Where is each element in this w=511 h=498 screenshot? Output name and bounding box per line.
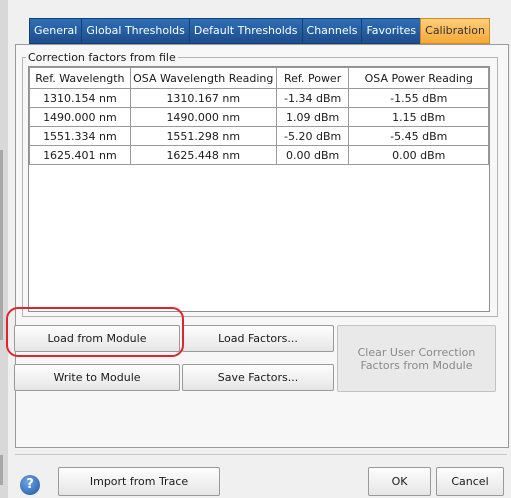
tab-favorites[interactable]: Favorites — [361, 18, 421, 44]
left-edge-bar — [0, 0, 8, 498]
table-cell: -1.34 dBm — [275, 88, 350, 108]
tab-channels[interactable]: Channels — [301, 18, 362, 44]
correction-factors-label: Correction factors from file — [26, 51, 178, 64]
clear-user-correction-factors-button[interactable]: Clear User Correction Factors from Modul… — [337, 325, 496, 392]
write-to-module-button[interactable]: Write to Module — [14, 364, 180, 391]
save-factors-button[interactable]: Save Factors... — [182, 364, 334, 391]
highlight-annotation — [6, 307, 184, 357]
table-cell: -1.55 dBm — [348, 88, 489, 108]
table-row[interactable]: 1490.000 nm 1490.000 nm 1.09 dBm 1.15 dB… — [29, 107, 489, 127]
help-icon[interactable]: ? — [20, 475, 40, 495]
table-cell: 1625.401 nm — [29, 145, 131, 165]
tab-global-thresholds[interactable]: Global Thresholds — [81, 18, 189, 44]
table-cell: 1551.334 nm — [29, 126, 131, 146]
tab-default-thresholds[interactable]: Default Thresholds — [188, 18, 302, 44]
tab-bar: General Global Thresholds Default Thresh… — [29, 18, 490, 44]
left-edge-marker — [0, 150, 3, 340]
cancel-button[interactable]: Cancel — [436, 467, 504, 496]
column-header-osa-power[interactable]: OSA Power Reading — [348, 67, 489, 89]
left-edge-marker — [0, 455, 3, 485]
import-from-trace-button[interactable]: Import from Trace — [58, 467, 220, 496]
load-factors-button[interactable]: Load Factors... — [182, 325, 334, 352]
column-header-osa-wavelength[interactable]: OSA Wavelength Reading — [129, 67, 277, 89]
table-cell: 1.09 dBm — [275, 107, 350, 127]
table-cell: 1490.000 nm — [129, 107, 277, 127]
tab-calibration[interactable]: Calibration — [420, 18, 490, 44]
table-row[interactable]: 1625.401 nm 1625.448 nm 0.00 dBm 0.00 dB… — [29, 145, 489, 165]
table-cell: 1.15 dBm — [348, 107, 489, 127]
table-cell: 1551.298 nm — [129, 126, 277, 146]
table-row[interactable]: 1310.154 nm 1310.167 nm -1.34 dBm -1.55 … — [29, 88, 489, 108]
table-header-row: Ref. Wavelength OSA Wavelength Reading R… — [29, 67, 489, 89]
footer-divider — [15, 454, 507, 455]
table-cell: -5.45 dBm — [348, 126, 489, 146]
ok-button[interactable]: OK — [368, 467, 431, 496]
table-cell: 1310.154 nm — [29, 88, 131, 108]
tab-general[interactable]: General — [29, 18, 82, 44]
column-header-ref-wavelength[interactable]: Ref. Wavelength — [29, 67, 131, 89]
table-row[interactable]: 1551.334 nm 1551.298 nm -5.20 dBm -5.45 … — [29, 126, 489, 146]
table-cell: 1625.448 nm — [129, 145, 277, 165]
table-cell: 1310.167 nm — [129, 88, 277, 108]
table-cell: 0.00 dBm — [348, 145, 489, 165]
table-cell: 1490.000 nm — [29, 107, 131, 127]
table-cell: -5.20 dBm — [275, 126, 350, 146]
column-header-ref-power[interactable]: Ref. Power — [275, 67, 350, 89]
correction-factors-table[interactable]: Ref. Wavelength OSA Wavelength Reading R… — [28, 66, 490, 312]
table-cell: 0.00 dBm — [275, 145, 350, 165]
